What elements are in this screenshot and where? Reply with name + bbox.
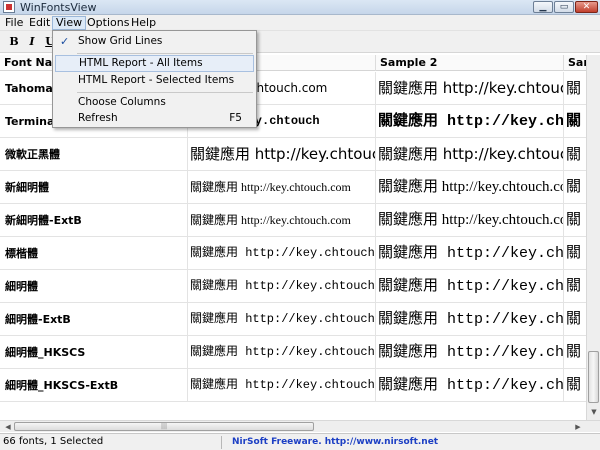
menu-item-label: Choose Columns (78, 96, 166, 108)
menu-help[interactable]: Help (128, 16, 159, 30)
bold-button[interactable]: B (6, 34, 22, 50)
sample-1-cell: 關鍵應用 http://key.chtouch.com (188, 138, 376, 171)
table-row[interactable]: 細明體關鍵應用 http://key.chtouch.com關鍵應用 http:… (0, 270, 600, 303)
table-row[interactable]: 細明體_HKSCS-ExtB關鍵應用 http://key.chtouch.co… (0, 369, 600, 402)
menu-item-show-grid-lines[interactable]: ✓ Show Grid Lines (55, 33, 254, 50)
sample-2-cell: 關鍵應用 http://key.chtouch.com (376, 204, 564, 237)
table-row[interactable]: 新細明體 關鍵應用 http://key.chtouch.com 關鍵應用 http… (0, 171, 600, 204)
sample-1-cell: 關鍵應用 http://key.chtouch.com (188, 237, 376, 270)
menu-item-refresh[interactable]: Refresh F5 (55, 110, 254, 127)
sample-2-cell: 關鍵應用 http://key.chtouch (376, 105, 564, 138)
menu-edit[interactable]: Edit (26, 16, 53, 30)
app-icon (3, 1, 15, 13)
shortcut-label: F5 (229, 112, 242, 124)
italic-button[interactable]: I (24, 34, 40, 50)
sample-2-cell: 關鍵應用 http://key.chtouch.com (376, 171, 564, 204)
scroll-right-arrow[interactable]: ▶ (572, 421, 584, 433)
sample-1-cell: 關鍵應用 http://key.chtouch.com (188, 369, 376, 402)
sample-2-cell: 關鍵應用 http://key.chtouch (376, 138, 564, 171)
maximize-button[interactable]: ▭ (554, 1, 574, 13)
menu-bar: File Edit View Options Help (0, 15, 600, 31)
sample-2-cell: 關鍵應用 http://key.chtouch (376, 336, 564, 369)
menu-item-html-report-selected[interactable]: HTML Report - Selected Items (55, 72, 254, 89)
vertical-scrollbar[interactable]: ▼ (586, 55, 600, 420)
check-icon: ✓ (60, 35, 70, 48)
menu-item-label: HTML Report - All Items (79, 57, 203, 69)
menu-file[interactable]: File (2, 16, 26, 30)
scroll-down-arrow[interactable]: ▼ (587, 405, 600, 419)
table-row[interactable]: 標楷體關鍵應用 http://key.chtouch.com關鍵應用 http:… (0, 237, 600, 270)
window-title: WinFontsView (20, 1, 97, 14)
table-row[interactable]: 細明體_HKSCS關鍵應用 http://key.chtouch.com關鍵應用… (0, 336, 600, 369)
menu-separator (77, 92, 253, 93)
sample-1-cell: 關鍵應用 http://key.chtouch.com (188, 336, 376, 369)
table-row[interactable]: 細明體-ExtB關鍵應用 http://key.chtouch.com關鍵應用 … (0, 303, 600, 336)
sample-1-cell: 關鍵應用 http://key.chtouch.com (188, 204, 376, 237)
menu-view[interactable]: View (52, 16, 87, 30)
title-bar: WinFontsView ▁ ▭ ✕ (0, 0, 600, 15)
sample-1-cell: 關鍵應用 http://key.chtouch.com (188, 270, 376, 303)
sample-2-cell: 關鍵應用 http://key.chtouch (376, 237, 564, 270)
font-name-cell: 細明體_HKSCS (0, 336, 188, 369)
view-menu-dropdown: ✓ Show Grid Lines HTML Report - All Item… (52, 30, 257, 128)
font-name-cell: 細明體_HKSCS-ExtB (0, 369, 188, 402)
status-font-count: 66 fonts, 1 Selected (3, 436, 104, 447)
sample-2-cell: 關鍵應用 http://key.chtouch (376, 303, 564, 336)
nirsoft-link[interactable]: NirSoft Freeware. http://www.nirsoft.net (232, 434, 438, 450)
menu-separator (77, 53, 253, 54)
sample-2-cell: 關鍵應用 http://key.chtouch (376, 270, 564, 303)
font-name-cell: 細明體-ExtB (0, 303, 188, 336)
menu-item-label: HTML Report - Selected Items (78, 74, 235, 86)
table-row[interactable]: 新細明體-ExtB 關鍵應用 http://key.chtouch.com 關鍵應用… (0, 204, 600, 237)
sample-1-cell: 關鍵應用 http://key.chtouch.com (188, 303, 376, 336)
scroll-left-arrow[interactable]: ◀ (2, 421, 14, 433)
menu-options[interactable]: Options (84, 16, 132, 30)
status-separator (221, 436, 222, 449)
vertical-scroll-thumb[interactable] (588, 351, 599, 403)
font-name-cell: 新細明體-ExtB (0, 204, 188, 237)
table-row[interactable]: 微軟正黑體關鍵應用 http://key.chtouch.com關鍵應用 htt… (0, 138, 600, 171)
menu-item-html-report-all[interactable]: HTML Report - All Items (55, 55, 254, 72)
font-name-cell: 新細明體 (0, 171, 188, 204)
menu-item-choose-columns[interactable]: Choose Columns (55, 94, 254, 111)
sample-2-cell: 關鍵應用 http://key.chtouch (376, 369, 564, 402)
font-name-cell: 標楷體 (0, 237, 188, 270)
close-button[interactable]: ✕ (575, 1, 598, 13)
font-name-cell: 細明體 (0, 270, 188, 303)
menu-item-label: Refresh (78, 112, 118, 124)
horizontal-scrollbar[interactable]: ◀ ||| ▶ (0, 420, 600, 432)
menu-item-label: Show Grid Lines (78, 35, 163, 47)
font-name-cell: 微軟正黑體 (0, 138, 188, 171)
sample-2-cell: 關鍵應用 http://key.chtouch (376, 72, 564, 105)
sample-1-cell: 關鍵應用 http://key.chtouch.com (188, 171, 376, 204)
column-header-sample-2[interactable]: Sample 2 (376, 55, 564, 71)
minimize-button[interactable]: ▁ (533, 1, 553, 13)
horizontal-scroll-thumb[interactable]: ||| (14, 422, 314, 431)
status-bar: 66 fonts, 1 Selected NirSoft Freeware. h… (0, 433, 600, 450)
